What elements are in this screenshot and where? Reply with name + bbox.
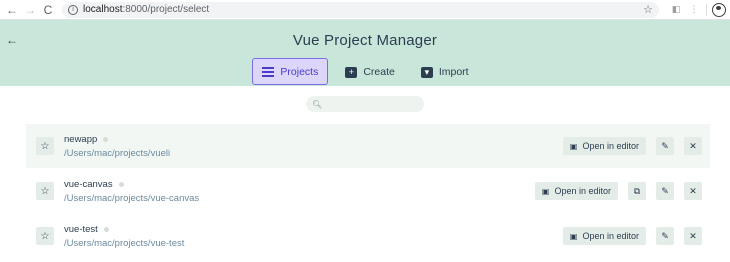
favorite-star-icon[interactable]: ☆ — [36, 182, 54, 200]
edit-pencil-icon[interactable]: ✎ — [656, 137, 674, 155]
profile-avatar-icon[interactable] — [712, 2, 726, 17]
open-in-editor-button[interactable]: ▣ Open in editor — [562, 137, 646, 155]
project-name: newapp — [64, 133, 98, 145]
tab-projects[interactable]: Projects — [252, 58, 329, 85]
import-icon: ▾ — [420, 66, 433, 78]
favorite-star-icon[interactable]: ☆ — [36, 227, 54, 245]
url-host: localhost — [83, 4, 123, 15]
editor-icon: ▣ — [569, 231, 578, 241]
search-input[interactable] — [326, 99, 418, 109]
list-icon — [262, 66, 275, 77]
editor-icon: ▣ — [541, 186, 550, 196]
tab-bar: Projects + Create ▾ Import — [0, 58, 730, 85]
bookmark-star-icon[interactable]: ☆ — [643, 3, 653, 16]
project-row[interactable]: ☆ vue-canvas /Users/mac/projects/vue-can… — [26, 169, 710, 213]
tab-import[interactable]: ▾ Import — [412, 59, 478, 85]
status-dot — [118, 181, 124, 187]
tab-label: Create — [363, 66, 395, 78]
project-path: /Users/mac/projects/vue-test — [64, 237, 185, 249]
reload-icon[interactable]: C — [40, 2, 56, 18]
editor-icon: ▣ — [569, 141, 578, 151]
open-in-editor-button[interactable]: ▣ Open in editor — [534, 182, 618, 200]
remove-close-icon[interactable]: ✕ — [684, 227, 702, 245]
search-field[interactable]: 🔍︎ — [306, 96, 424, 112]
project-name-line: newapp — [64, 134, 553, 145]
browser-toolbar: ← → C i localhost:8000/project/select ☆ … — [0, 0, 730, 20]
forward-icon[interactable]: → — [22, 2, 38, 18]
edit-pencil-icon[interactable]: ✎ — [656, 182, 674, 200]
favorite-star-icon[interactable]: ☆ — [36, 137, 54, 155]
project-row[interactable]: ☆ vue-test /Users/mac/projects/vue-test … — [26, 214, 710, 258]
remove-close-icon[interactable]: ✕ — [684, 182, 702, 200]
search-icon: 🔍︎ — [312, 99, 323, 109]
open-in-editor-label: Open in editor — [554, 186, 611, 196]
remove-close-icon[interactable]: ✕ — [684, 137, 702, 155]
search-row: 🔍︎ — [0, 86, 730, 122]
open-in-editor-button[interactable]: ▣ Open in editor — [562, 227, 646, 245]
page-title: Vue Project Manager — [292, 32, 438, 49]
address-bar[interactable]: i localhost:8000/project/select ☆ — [62, 1, 659, 18]
status-dot — [103, 226, 109, 232]
tab-label: Projects — [280, 65, 319, 78]
extension-icon[interactable]: ⋮ — [687, 3, 701, 17]
project-row[interactable]: ☆ newapp /Users/mac/projects/vueli ▣ Ope… — [26, 124, 710, 168]
open-in-editor-label: Open in editor — [582, 231, 639, 241]
project-name: vue-canvas — [64, 178, 113, 190]
url-path: :8000/project/select — [122, 4, 210, 15]
site-info-icon[interactable]: i — [68, 4, 78, 15]
open-in-editor-label: Open in editor — [582, 141, 639, 151]
toolbar-divider — [706, 3, 707, 16]
project-info: vue-test /Users/mac/projects/vue-test — [64, 224, 553, 249]
project-info: vue-canvas /Users/mac/projects/vue-canva… — [64, 179, 525, 204]
tab-label: Import — [438, 66, 469, 78]
back-icon[interactable]: ← — [4, 2, 20, 18]
edit-pencil-icon[interactable]: ✎ — [656, 227, 674, 245]
project-path: /Users/mac/projects/vueli — [64, 147, 171, 159]
status-dot — [103, 136, 109, 142]
project-name-line: vue-canvas — [64, 179, 525, 190]
add-box-icon: + — [345, 66, 358, 78]
tab-create[interactable]: + Create — [336, 59, 404, 85]
project-name-line: vue-test — [64, 224, 553, 235]
project-name: vue-test — [64, 223, 98, 235]
app-header: ← Vue Project Manager Projects + Create … — [0, 20, 730, 86]
project-info: newapp /Users/mac/projects/vueli — [64, 134, 553, 159]
project-path: /Users/mac/projects/vue-canvas — [64, 192, 200, 204]
open-external-icon[interactable]: ⧉ — [628, 182, 646, 200]
extension-icon[interactable]: ◧ — [669, 3, 683, 17]
